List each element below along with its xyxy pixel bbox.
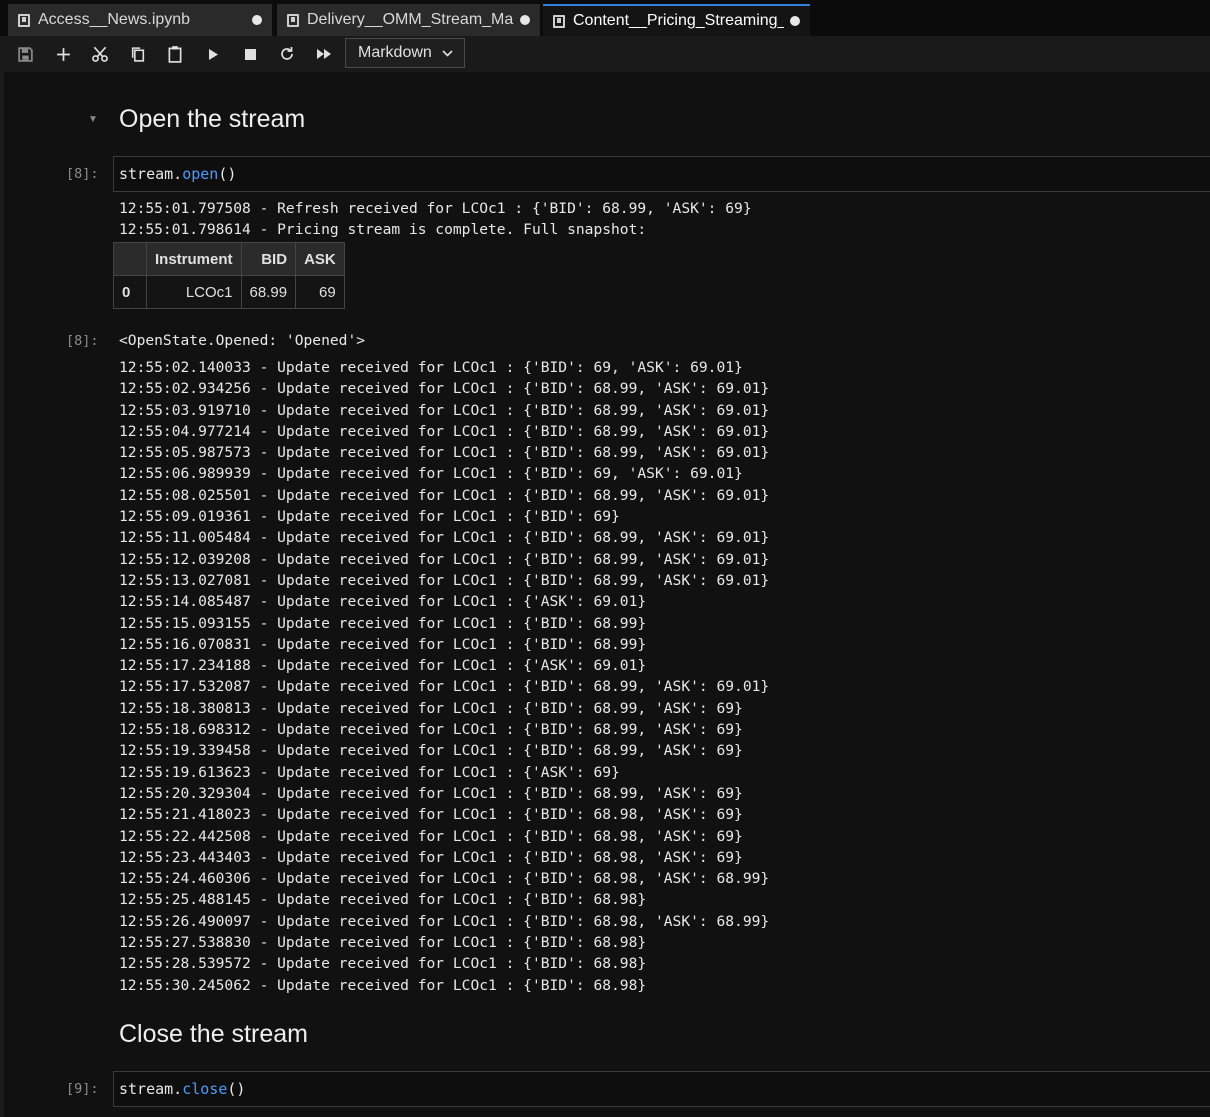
log-line: 12:55:19.339458 - Update received for LC…	[119, 742, 743, 760]
log-line: 12:55:25.488145 - Update received for LC…	[119, 891, 647, 909]
cell-type-value: Markdown	[358, 44, 432, 61]
collapse-heading-icon[interactable]: ▼	[88, 114, 98, 125]
table-header-row: Instrument BID ASK	[113, 242, 345, 276]
stop-icon[interactable]	[236, 40, 264, 68]
log-line: 12:55:27.538830 - Update received for LC…	[119, 934, 647, 952]
table-row-index: 0	[113, 275, 147, 309]
unsaved-dot-icon[interactable]	[252, 15, 262, 25]
log-line: 12:55:05.987573 - Update received for LC…	[119, 444, 770, 462]
snapshot-dataframe: Instrument BID ASK 0 LCOc1 68.99 69	[113, 242, 345, 309]
cell-type-dropdown[interactable]: Markdown	[345, 38, 465, 68]
restart-icon[interactable]	[273, 40, 301, 68]
log-line: 12:55:17.532087 - Update received for LC…	[119, 678, 770, 696]
table-cell-bid: 68.99	[240, 275, 297, 309]
log-line: 12:55:06.989939 - Update received for LC…	[119, 465, 743, 483]
input-prompt: [8]:	[66, 166, 99, 182]
log-line: 12:55:02.140033 - Update received for LC…	[119, 359, 743, 376]
save-icon[interactable]	[11, 40, 39, 68]
fast-forward-icon[interactable]	[310, 40, 338, 68]
log-line: 12:55:30.245062 - Update received for LC…	[119, 976, 647, 994]
code-function: open	[182, 165, 219, 183]
table-row: 0 LCOc1 68.99 69	[113, 275, 345, 309]
log-line: 12:55:09.019361 - Update received for LC…	[119, 508, 620, 526]
unsaved-dot-icon[interactable]	[520, 15, 530, 25]
code-cell-close[interactable]: stream. close()	[113, 1071, 1210, 1107]
log-line: 12:55:23.443403 - Update received for LC…	[119, 848, 743, 866]
code-cell-open[interactable]: stream. open()	[113, 156, 1210, 192]
code-parens: ()	[227, 1080, 246, 1098]
log-line: 12:55:24.460306 - Update received for LC…	[119, 870, 770, 888]
cut-icon[interactable]	[86, 40, 114, 68]
log-line: 12:55:15.093155 - Update received for LC…	[119, 614, 647, 632]
tab-content-pricing[interactable]: Content__Pricing_Streaming_	[543, 4, 810, 36]
log-line: 12:55:19.613623 - Update received for LC…	[119, 763, 620, 781]
log-line: 12:55:03.919710 - Update received for LC…	[119, 401, 770, 419]
table-header-ask: ASK	[295, 242, 345, 276]
add-cell-icon[interactable]	[49, 40, 77, 68]
open-state-output: <OpenState.Opened: 'Opened'>	[119, 332, 366, 349]
table-header-instrument: Instrument	[146, 242, 242, 276]
table-cell-ask: 69	[295, 275, 345, 309]
log-line: 12:55:21.418023 - Update received for LC…	[119, 806, 743, 824]
code-object: stream.	[119, 1080, 183, 1098]
input-prompt: [9]:	[66, 1081, 99, 1097]
code-function: close	[182, 1080, 228, 1098]
tab-label: Content__Pricing_Streaming_	[573, 12, 784, 29]
notebook-icon	[18, 13, 30, 27]
tab-label: Access__News.ipynb	[38, 11, 191, 28]
log-line: 12:55:02.934256 - Update received for LC…	[119, 380, 770, 398]
notebook-icon	[553, 14, 565, 28]
log-line: 12:55:13.027081 - Update received for LC…	[119, 571, 770, 589]
tab-label: Delivery__OMM_Stream_Marl	[307, 11, 514, 28]
log-line: 12:55:28.539572 - Update received for LC…	[119, 955, 647, 973]
log-line: 12:55:04.977214 - Update received for LC…	[119, 422, 770, 440]
log-line: 12:55:20.329304 - Update received for LC…	[119, 784, 743, 802]
run-icon[interactable]	[199, 40, 227, 68]
table-header-index	[113, 242, 147, 276]
log-line: 12:55:18.380813 - Update received for LC…	[119, 699, 743, 717]
log-line: 12:55:18.698312 - Update received for LC…	[119, 721, 743, 739]
log-line: 12:55:17.234188 - Update received for LC…	[119, 657, 647, 675]
heading-close-stream: Close the stream	[119, 1020, 308, 1048]
table-cell-instrument: LCOc1	[146, 275, 242, 309]
notebook-toolbar: Markdown	[0, 36, 1210, 72]
log-line: 12:55:12.039208 - Update received for LC…	[119, 550, 770, 568]
code-object: stream.	[119, 165, 183, 183]
left-rail	[0, 72, 4, 1117]
chevron-down-icon	[442, 46, 453, 60]
tab-delivery-omm[interactable]: Delivery__OMM_Stream_Marl	[277, 4, 540, 36]
log-line: 12:55:16.070831 - Update received for LC…	[119, 635, 647, 653]
log-line: 12:55:22.442508 - Update received for LC…	[119, 827, 743, 845]
notebook-icon	[287, 13, 299, 27]
table-header-bid: BID	[240, 242, 297, 276]
log-line: 12:55:11.005484 - Update received for LC…	[119, 529, 770, 547]
complete-output-line: 12:55:01.798614 - Pricing stream is comp…	[119, 221, 647, 238]
refresh-output-line: 12:55:01.797508 - Refresh received for L…	[119, 200, 752, 217]
copy-icon[interactable]	[124, 40, 152, 68]
tab-access-news[interactable]: Access__News.ipynb	[8, 4, 272, 36]
paste-icon[interactable]	[161, 40, 189, 68]
output-prompt: [8]:	[66, 333, 99, 349]
log-line: 12:55:26.490097 - Update received for LC…	[119, 912, 770, 930]
log-line: 12:55:08.025501 - Update received for LC…	[119, 486, 770, 504]
unsaved-dot-icon[interactable]	[790, 16, 800, 26]
tab-bar: Access__News.ipynb Delivery__OMM_Stream_…	[0, 0, 1210, 36]
log-line: 12:55:14.085487 - Update received for LC…	[119, 593, 647, 611]
heading-open-stream: Open the stream	[119, 105, 306, 133]
code-parens: ()	[218, 165, 237, 183]
update-log: 12:55:02.140033 - Update received for LC…	[119, 357, 769, 996]
